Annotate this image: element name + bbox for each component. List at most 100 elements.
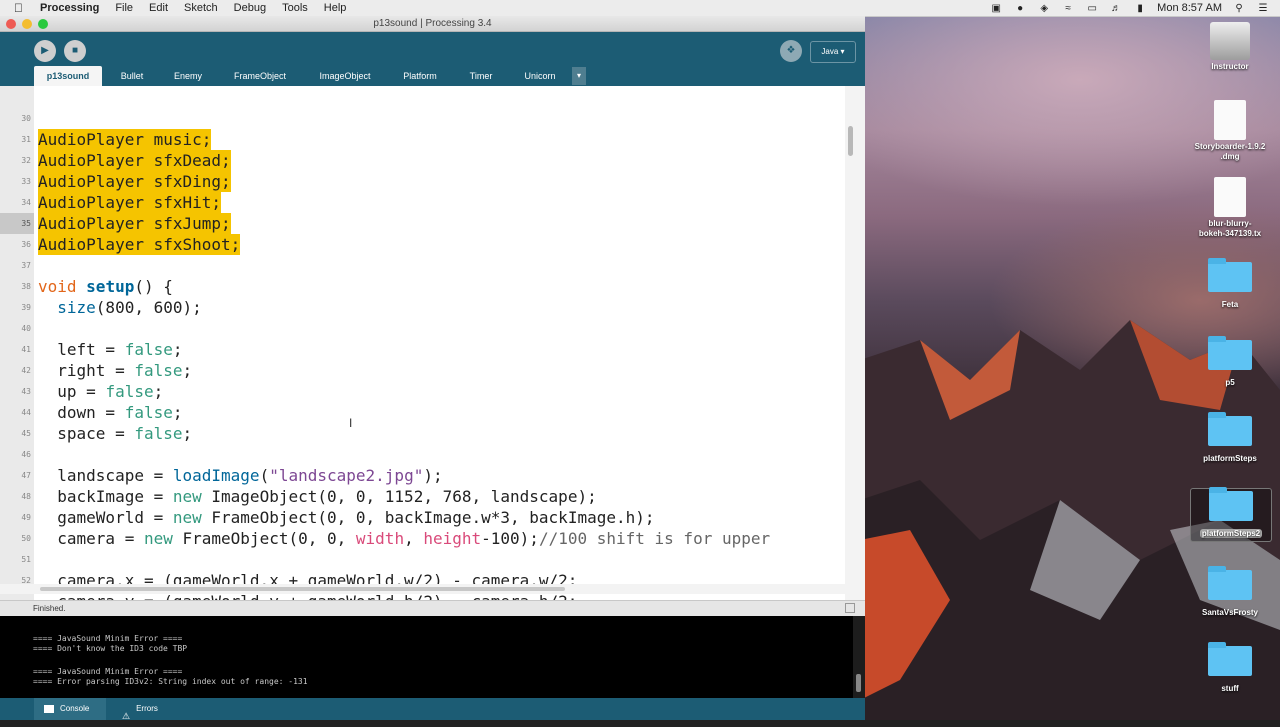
desktop-icon-platformsteps[interactable]: platformSteps bbox=[1190, 412, 1270, 464]
hard-drive-icon bbox=[1210, 22, 1250, 60]
status-bar: Finished. bbox=[0, 600, 865, 617]
folder-icon bbox=[1208, 336, 1252, 370]
desktop-icon-stuff[interactable]: stuff bbox=[1190, 642, 1270, 694]
code-line[interactable]: 39 bbox=[0, 276, 845, 312]
apple-icon[interactable]:  bbox=[14, 1, 28, 15]
code-line[interactable]: 48 gameWorld = new FrameObject(0, 0, bac… bbox=[0, 465, 845, 527]
menu-file[interactable]: File bbox=[115, 2, 133, 14]
window-titlebar: p13sound | Processing 3.4 bbox=[0, 16, 865, 32]
desktop-icon-label: stuff bbox=[1221, 684, 1239, 693]
code-line[interactable]: 42 up = false; bbox=[0, 339, 845, 401]
folder-icon bbox=[1209, 487, 1253, 521]
desktop-icon-label: p5 bbox=[1225, 378, 1235, 387]
stop-button[interactable]: ■ bbox=[64, 40, 86, 62]
processing-window: p13sound | Processing 3.4 ▶ ■ ❖ Java ▾ p… bbox=[0, 16, 865, 721]
desktop-icon-label: Feta bbox=[1221, 300, 1239, 309]
code-line[interactable]: 34 AudioPlayer sfxJump; bbox=[0, 171, 845, 234]
adobe-icon[interactable]: ◈ bbox=[1037, 3, 1051, 14]
code-line[interactable]: 30 AudioPlayer music; bbox=[0, 87, 845, 150]
status-message: Finished. bbox=[33, 604, 66, 613]
airplay-icon[interactable]: ▭ bbox=[1085, 3, 1099, 14]
tab-console[interactable]: Console bbox=[34, 698, 106, 720]
tab-unicorn[interactable]: Unicorn bbox=[512, 66, 568, 86]
code-line[interactable]: 47 backImage = new ImageObject(0, 0, 115… bbox=[0, 444, 845, 506]
menu-help[interactable]: Help bbox=[324, 2, 347, 14]
menu-bar:  Processing File Edit Sketch Debug Tool… bbox=[0, 0, 1280, 17]
camera-icon[interactable]: ▣ bbox=[989, 3, 1003, 14]
warning-icon: ⚠ bbox=[122, 710, 131, 721]
folder-icon bbox=[1208, 258, 1252, 292]
text-cursor-icon: I bbox=[349, 416, 353, 430]
sketch-tabs: p13sound Bullet Enemy FrameObject ImageO… bbox=[0, 66, 865, 86]
console-output[interactable]: ==== JavaSound Minim Error ==== ==== Don… bbox=[0, 616, 865, 698]
desktop-icon-feta[interactable]: Feta bbox=[1190, 258, 1270, 310]
desktop-icon-label: SantaVsFrosty bbox=[1201, 608, 1259, 617]
menu-debug[interactable]: Debug bbox=[234, 2, 266, 14]
text-file-icon bbox=[1214, 177, 1246, 217]
clock[interactable]: Mon 8:57 AM bbox=[1157, 2, 1222, 14]
desktop-icon-p5[interactable]: p5 bbox=[1190, 336, 1270, 388]
wifi-icon[interactable]: ≈ bbox=[1061, 3, 1075, 14]
tab-enemy[interactable]: Enemy bbox=[162, 66, 214, 86]
desktop-icon-platformsteps2[interactable]: platformSteps2 bbox=[1190, 487, 1272, 542]
code-line[interactable]: 46 landscape = loadImage("landscape2.jpg… bbox=[0, 423, 845, 485]
desktop-icon-blur-file[interactable]: blur-blurry- bokeh-347139.tx bbox=[1185, 177, 1275, 239]
copy-icon[interactable] bbox=[845, 603, 855, 613]
desktop-icon-santavsfrosty[interactable]: SantaVsFrosty bbox=[1190, 566, 1270, 618]
code-line[interactable]: 52 camera.y = (gameWorld.y + gameWorld.h… bbox=[0, 549, 845, 600]
tab-platform[interactable]: Platform bbox=[390, 66, 450, 86]
creative-cloud-icon[interactable]: ● bbox=[1013, 3, 1027, 14]
code-line[interactable]: 50 bbox=[0, 507, 845, 543]
desktop-icon-label: Instructor bbox=[1211, 62, 1249, 71]
code-line[interactable]: 40 left = false; bbox=[0, 297, 845, 359]
desktop-icon-label: platformSteps bbox=[1203, 454, 1257, 463]
notification-center-icon[interactable]: ☰ bbox=[1256, 3, 1270, 14]
desktop-icon-label: Storyboarder-1.9.2 .dmg bbox=[1194, 142, 1266, 161]
menu-app-name[interactable]: Processing bbox=[40, 2, 99, 14]
console-scroll-thumb[interactable] bbox=[856, 674, 861, 692]
vertical-scroll-thumb[interactable] bbox=[848, 126, 853, 156]
tab-frameobject[interactable]: FrameObject bbox=[220, 66, 300, 86]
code-line[interactable]: 38 size(800, 600); bbox=[0, 255, 845, 317]
battery-icon[interactable]: ▮ bbox=[1133, 3, 1147, 14]
vertical-scrollbar[interactable] bbox=[845, 86, 865, 600]
menu-edit[interactable]: Edit bbox=[149, 2, 168, 14]
close-window-icon[interactable] bbox=[6, 19, 16, 29]
desktop-icon-label: platformSteps2 bbox=[1199, 529, 1263, 538]
menu-tools[interactable]: Tools bbox=[282, 2, 308, 14]
debug-toggle-button[interactable]: ❖ bbox=[780, 40, 802, 62]
code-line[interactable]: 51 camera.x = (gameWorld.x + gameWorld.w… bbox=[0, 528, 845, 590]
tab-menu-button[interactable]: ▾ bbox=[572, 67, 586, 85]
tab-imageobject[interactable]: ImageObject bbox=[306, 66, 384, 86]
folder-icon bbox=[1208, 642, 1252, 676]
tab-errors-label: Errors bbox=[136, 704, 158, 713]
code-line[interactable]: 41 right = false; bbox=[0, 318, 845, 380]
tab-bullet[interactable]: Bullet bbox=[108, 66, 156, 86]
spotlight-search-icon[interactable]: ⚲ bbox=[1232, 3, 1246, 14]
code-line[interactable]: 37 void setup() { bbox=[0, 234, 845, 296]
tab-errors[interactable]: ⚠ Errors bbox=[114, 698, 184, 721]
zoom-window-icon[interactable] bbox=[38, 19, 48, 29]
tab-p13sound[interactable]: p13sound bbox=[34, 66, 102, 86]
code-editor[interactable]: 30 AudioPlayer music; 31 AudioPlayer sfx… bbox=[0, 86, 865, 600]
folder-icon bbox=[1208, 412, 1252, 446]
code-line[interactable]: 32 AudioPlayer sfxDing; bbox=[0, 129, 845, 192]
code-line[interactable]: 44 space = false; bbox=[0, 381, 845, 443]
code-line[interactable]: 36 bbox=[0, 213, 845, 249]
code-line[interactable]: 49 camera = new FrameObject(0, 0, width,… bbox=[0, 486, 845, 548]
tab-timer[interactable]: Timer bbox=[456, 66, 506, 86]
desktop-icon-instructor[interactable]: Instructor bbox=[1190, 22, 1270, 72]
volume-icon[interactable]: ♬ bbox=[1109, 3, 1123, 14]
terminal-icon bbox=[44, 704, 54, 713]
code-line[interactable]: 45 bbox=[0, 402, 845, 438]
menu-sketch[interactable]: Sketch bbox=[184, 2, 218, 14]
desktop-icon-storyboarder[interactable]: Storyboarder-1.9.2 .dmg bbox=[1185, 100, 1275, 162]
mode-selector[interactable]: Java ▾ bbox=[810, 41, 856, 63]
code-line[interactable]: 31 AudioPlayer sfxDead; bbox=[0, 108, 845, 171]
minimize-window-icon[interactable] bbox=[22, 19, 32, 29]
code-line[interactable]: 33 AudioPlayer sfxHit; bbox=[0, 150, 845, 213]
run-button[interactable]: ▶ bbox=[34, 40, 56, 62]
code-line-current[interactable]: 35 AudioPlayer sfxShoot; bbox=[0, 192, 845, 255]
horizontal-scroll-thumb[interactable] bbox=[40, 587, 565, 591]
code-line[interactable]: 43 down = false; bbox=[0, 360, 845, 422]
